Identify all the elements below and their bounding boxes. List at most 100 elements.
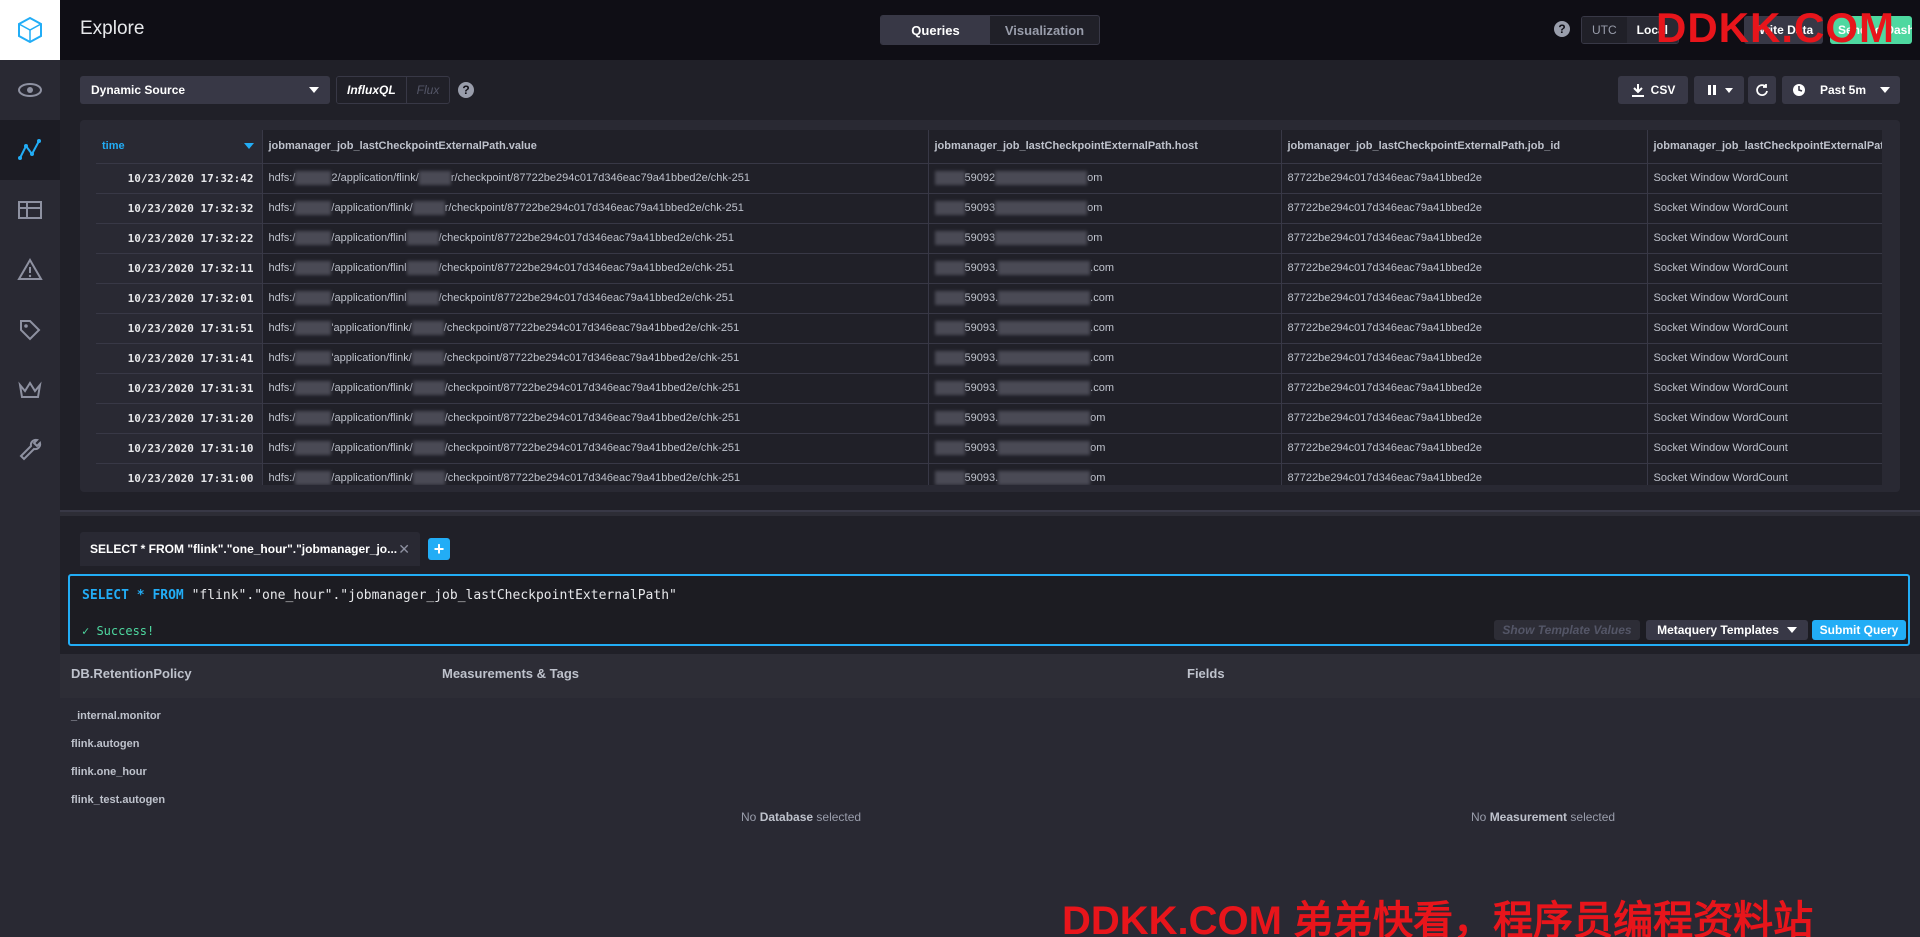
- keyword-star: *: [136, 588, 145, 603]
- results-table-scroll[interactable]: time jobmanager_job_lastCheckpointExtern…: [96, 130, 1882, 485]
- empty-suffix: selected: [816, 810, 862, 824]
- table-row: 10/23/2020 17:31:31 hdfs:/ /application/fl…: [96, 373, 1882, 404]
- table-row: 10/23/2020 17:31:20 hdfs:/ /application/fl…: [96, 403, 1882, 434]
- no-measurement-message: No Measurement selected: [1471, 810, 1615, 824]
- download-icon: [1631, 84, 1644, 97]
- cell-host-part: .com: [1090, 261, 1114, 274]
- cell-value-part: hdfs:/: [268, 291, 296, 304]
- cell-job-name: Socket Window WordCount: [1647, 223, 1882, 254]
- cell-host-part: 59093.: [964, 381, 999, 394]
- cell-value: hdfs:/ /application/flinl/checkpoint/8772…: [262, 253, 929, 284]
- column-header-job-id[interactable]: jobmanager_job_lastCheckpointExternalPat…: [1281, 130, 1648, 164]
- cell-value-part: hdfs:/: [268, 351, 296, 364]
- query-editor[interactable]: SELECT * FROM "flink"."one_hour"."jobman…: [68, 574, 1910, 646]
- redacted-block: [998, 291, 1091, 305]
- flux-button[interactable]: Flux: [407, 77, 450, 103]
- csv-button[interactable]: CSV: [1618, 76, 1688, 104]
- add-query-button[interactable]: +: [428, 538, 450, 560]
- cell-value-part: /application/flink/: [331, 471, 413, 484]
- show-template-values-button[interactable]: Show Template Values: [1494, 620, 1640, 640]
- redacted-block: [418, 171, 451, 185]
- cell-value: hdfs:/ /application/flink/ /checkpoint/877…: [262, 373, 929, 404]
- db-item[interactable]: flink.one_hour: [71, 766, 147, 778]
- cell-host: 59093. .com: [928, 253, 1282, 284]
- clock-icon: [1793, 84, 1805, 96]
- db-item[interactable]: _internal.monitor: [71, 710, 161, 722]
- cell-job-name: Socket Window WordCount: [1647, 373, 1882, 404]
- cell-value-part: 2/application/flink/: [331, 171, 419, 184]
- nav-configuration[interactable]: [0, 420, 60, 480]
- help-icon[interactable]: ?: [1554, 21, 1570, 37]
- metaquery-templates-dropdown[interactable]: Metaquery Templates: [1646, 620, 1808, 640]
- redacted-block: [934, 381, 965, 395]
- language-help-icon[interactable]: ?: [458, 82, 474, 98]
- redacted-block: [295, 171, 332, 185]
- cell-host-part: 59093: [964, 201, 996, 214]
- db-item[interactable]: flink.autogen: [71, 738, 139, 750]
- column-header-value[interactable]: jobmanager_job_lastCheckpointExternalPat…: [262, 130, 929, 164]
- watermark-bottom: DDKK.COM 弟弟快看，程序员编程资料站: [1062, 899, 1814, 937]
- redacted-block: [295, 231, 332, 245]
- query-tab-label: SELECT * FROM "flink"."one_hour"."jobman…: [90, 542, 398, 556]
- cell-host: 59093 om: [928, 193, 1282, 224]
- redacted-block: [995, 171, 1088, 185]
- nav-alerting[interactable]: [0, 240, 60, 300]
- tab-visualization[interactable]: Visualization: [990, 16, 1099, 44]
- table-row: 10/23/2020 17:31:41 hdfs:/ 'application/fl…: [96, 343, 1882, 374]
- cell-job-name: Socket Window WordCount: [1647, 253, 1882, 284]
- tab-queries[interactable]: Queries: [881, 16, 990, 44]
- nav-status[interactable]: [0, 60, 60, 120]
- column-header-host[interactable]: jobmanager_job_lastCheckpointExternalPat…: [928, 130, 1282, 164]
- influxql-button[interactable]: InfluxQL: [337, 77, 407, 103]
- redacted-block: [295, 441, 332, 455]
- cell-value-part: /application/flink/: [331, 381, 413, 394]
- tz-utc-button[interactable]: UTC: [1582, 17, 1627, 43]
- table-row: 10/23/2020 17:32:01 hdfs:/ /application/fl…: [96, 283, 1882, 314]
- cell-time: 10/23/2020 17:32:11: [96, 253, 263, 284]
- cell-value: hdfs:/ /application/flinl/checkpoint/8772…: [262, 283, 929, 314]
- nav-dashboards[interactable]: [0, 180, 60, 240]
- nav-admin[interactable]: [0, 360, 60, 420]
- redacted-block: [995, 231, 1088, 245]
- cell-host: 59093. om: [928, 403, 1282, 434]
- close-icon[interactable]: ✕: [398, 541, 410, 558]
- redacted-block: [295, 201, 332, 215]
- cell-value-part: hdfs:/: [268, 231, 296, 244]
- cell-value-part: 'application/flink/: [331, 351, 412, 364]
- redacted-block: [998, 441, 1091, 455]
- source-dropdown[interactable]: Dynamic Source: [80, 76, 330, 104]
- column-header-job-name[interactable]: jobmanager_job_lastCheckpointExternalPat…: [1647, 130, 1882, 164]
- submit-query-button[interactable]: Submit Query: [1812, 620, 1906, 640]
- redacted-block: [998, 411, 1091, 425]
- query-text[interactable]: SELECT * FROM "flink"."one_hour"."jobman…: [82, 588, 677, 603]
- cell-job-id: 87722be294c017d346eac79a41bbed2e: [1281, 223, 1648, 254]
- query-tab[interactable]: SELECT * FROM "flink"."one_hour"."jobman…: [80, 532, 420, 566]
- cell-host-part: 59093.: [964, 471, 999, 484]
- cell-value-part: /checkpoint/87722be294c017d346eac79a41bb…: [438, 261, 735, 274]
- db-column-title: DB.RetentionPolicy: [71, 666, 192, 681]
- nav-log-viewer[interactable]: [0, 300, 60, 360]
- time-range-dropdown[interactable]: Past 5m: [1782, 76, 1900, 104]
- column-header-time[interactable]: time: [96, 130, 263, 164]
- db-item[interactable]: flink_test.autogen: [71, 794, 165, 806]
- cell-host-part: om: [1090, 471, 1106, 484]
- refresh-button[interactable]: [1748, 76, 1776, 104]
- cell-host-part: om: [1087, 201, 1103, 214]
- redacted-block: [411, 351, 444, 365]
- cell-value-part: r/checkpoint/87722be294c017d346eac79a41b…: [450, 171, 750, 184]
- redacted-block: [934, 201, 965, 215]
- redacted-block: [295, 381, 332, 395]
- redacted-block: [934, 441, 965, 455]
- keyword-select: SELECT: [82, 588, 129, 603]
- cell-host: 59093 om: [928, 223, 1282, 254]
- autorefresh-dropdown[interactable]: [1694, 76, 1744, 104]
- nav-explore[interactable]: [0, 120, 60, 180]
- source-label: Dynamic Source: [91, 83, 186, 97]
- influx-logo[interactable]: [0, 0, 60, 60]
- cell-value: hdfs:/ /application/flink/r/checkpoint/87…: [262, 193, 929, 224]
- cell-host-part: om: [1087, 231, 1103, 244]
- cell-time: 10/23/2020 17:31:10: [96, 433, 263, 464]
- redacted-block: [412, 381, 445, 395]
- page-header: Explore Queries Visualization ? UTC Loca…: [60, 0, 1920, 60]
- redacted-block: [406, 261, 439, 275]
